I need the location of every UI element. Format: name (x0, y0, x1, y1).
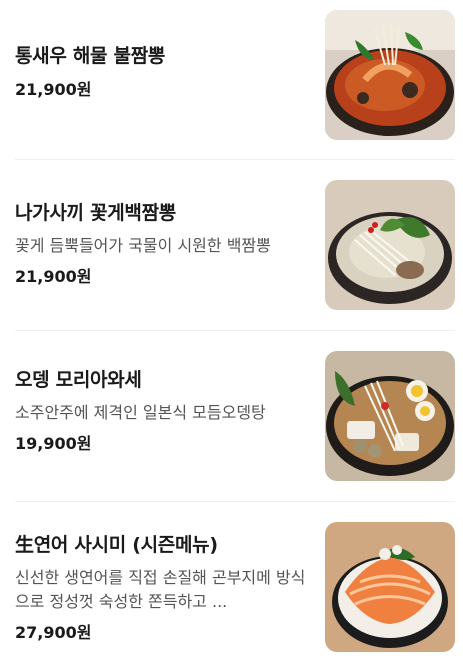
menu-item-info: 통새우 해물 불짬뽕 21,900원 (15, 10, 325, 101)
menu-item-price: 21,900원 (15, 79, 92, 99)
menu-item-image[interactable] (325, 180, 455, 310)
menu-list: 통새우 해물 불짬뽕 21,900원 나가사끼 꽃게백짬뽕 꽃게 듬뿍들어가 국… (0, 0, 463, 667)
menu-item-info: 生연어 사시미 (시즌메뉴) 신선한 생연어를 직접 손질해 곤부지메 방식으로… (15, 522, 325, 644)
menu-item-description: 꽃게 듬뿍들어가 국물이 시원한 백짬뽕 (15, 235, 271, 255)
menu-item-name: 통새우 해물 불짬뽕 (15, 45, 166, 67)
menu-item-description: 신선한 생연어를 직접 손질해 곤부지메 방식으로 정성껏 숙성한 쫀득하고 .… (15, 567, 306, 611)
menu-item-image[interactable] (325, 522, 455, 652)
menu-item-info: 오뎅 모리아와세 소주안주에 제격인 일본식 모듬오뎅탕 19,900원 (15, 351, 325, 455)
menu-item-name: 오뎅 모리아와세 (15, 369, 142, 391)
menu-item-image[interactable] (325, 10, 455, 140)
menu-item-price: 19,900원 (15, 433, 92, 453)
menu-item-name: 나가사끼 꽃게백짬뽕 (15, 202, 176, 224)
menu-item-price: 27,900원 (15, 622, 92, 642)
menu-item-name: 生연어 사시미 (시즌메뉴) (15, 534, 218, 556)
oden-hotpot-photo-icon (325, 351, 455, 481)
menu-item[interactable]: 오뎅 모리아와세 소주안주에 제격인 일본식 모듬오뎅탕 19,900원 (15, 331, 455, 502)
menu-item-image[interactable] (325, 351, 455, 481)
menu-item[interactable]: 生연어 사시미 (시즌메뉴) 신선한 생연어를 직접 손질해 곤부지메 방식으로… (15, 502, 455, 667)
menu-item-price: 21,900원 (15, 266, 92, 286)
menu-item-description: 소주안주에 제격인 일본식 모듬오뎅탕 (15, 402, 266, 422)
menu-item-info: 나가사끼 꽃게백짬뽕 꽃게 듬뿍들어가 국물이 시원한 백짬뽕 21,900원 (15, 180, 325, 288)
menu-item[interactable]: 통새우 해물 불짬뽕 21,900원 (15, 0, 455, 160)
salmon-sashimi-photo-icon (325, 522, 455, 652)
menu-item[interactable]: 나가사끼 꽃게백짬뽕 꽃게 듬뿍들어가 국물이 시원한 백짬뽕 21,900원 (15, 160, 455, 331)
white-crab-jjamppong-photo-icon (325, 180, 455, 310)
spicy-seafood-jjamppong-photo-icon (325, 10, 455, 140)
